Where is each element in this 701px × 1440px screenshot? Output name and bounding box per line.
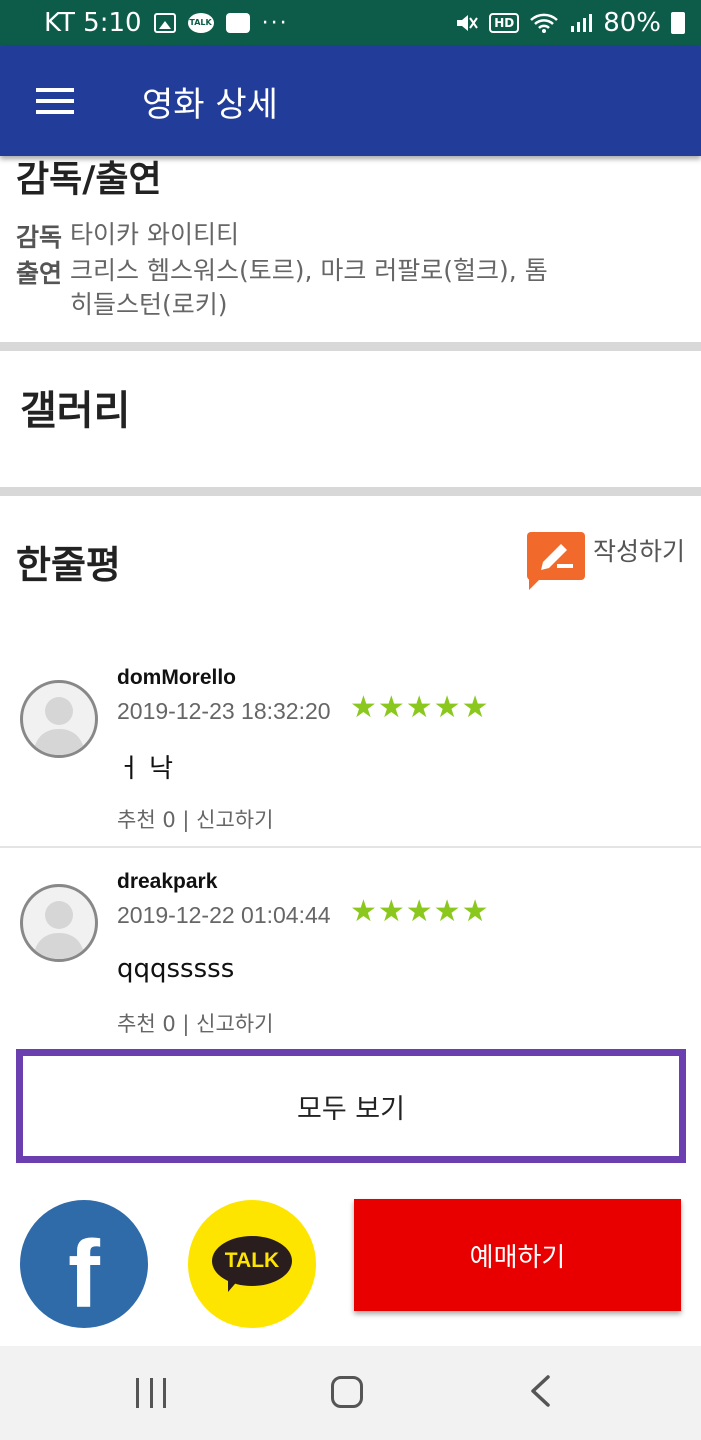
hd-voice-icon: HD bbox=[489, 13, 520, 33]
actors-row: 출연 크리스 헴스워스(토르), 마크 러팔로(헐크), 톰 히들스턴(로키) bbox=[16, 254, 570, 322]
facebook-icon[interactable]: f bbox=[20, 1200, 148, 1328]
book-ticket-button[interactable]: 예매하기 bbox=[354, 1199, 681, 1311]
cast-section-title: 감독/출연 bbox=[16, 159, 162, 200]
star-rating: ★★★★★ bbox=[350, 894, 490, 929]
review-item: dreakpark 2019-12-22 01:04:44 ★★★★★ qqqs… bbox=[0, 864, 701, 1064]
star-rating: ★★★★★ bbox=[350, 690, 490, 725]
mute-icon bbox=[457, 15, 479, 31]
review-item: domMorello 2019-12-23 18:32:20 ★★★★★ ㅓ 낙… bbox=[0, 660, 701, 860]
view-all-label: 모두 보기 bbox=[297, 1093, 405, 1125]
gallery-title: 갤러리 bbox=[20, 388, 131, 434]
review-section-title: 한줄평 bbox=[16, 543, 121, 587]
section-divider bbox=[0, 342, 701, 351]
battery-icon bbox=[671, 12, 685, 34]
avatar bbox=[20, 884, 98, 962]
recommend-button[interactable]: 추천 0 bbox=[117, 1012, 176, 1036]
signal-icon bbox=[571, 14, 593, 32]
review-divider bbox=[0, 846, 701, 848]
actors-names: 크리스 헴스워스(토르), 마크 러팔로(헐크), 톰 히들스턴(로키) bbox=[70, 256, 548, 319]
status-bar: KT 5:10 TALK ··· HD 80% bbox=[0, 0, 701, 46]
kakaotalk-icon[interactable]: TALK bbox=[188, 1200, 316, 1328]
review-text: qqqsssss bbox=[117, 954, 235, 984]
write-review-button[interactable]: 작성하기 bbox=[526, 530, 685, 590]
book-ticket-label: 예매하기 bbox=[469, 1242, 566, 1273]
review-date: 2019-12-23 18:32:20 bbox=[117, 698, 331, 724]
director-row: 감독 타이카 와이티티 bbox=[16, 218, 590, 254]
view-all-button[interactable]: 모두 보기 bbox=[16, 1049, 686, 1163]
hamburger-icon[interactable] bbox=[36, 88, 74, 114]
avatar bbox=[20, 680, 98, 758]
director-name: 타이카 와이티티 bbox=[70, 220, 239, 249]
back-icon[interactable] bbox=[528, 1374, 552, 1408]
kakaotalk-label: TALK bbox=[224, 1249, 280, 1272]
report-button[interactable]: 신고하기 bbox=[196, 808, 273, 832]
facebook-glyph: f bbox=[68, 1221, 100, 1328]
review-username: domMorello bbox=[117, 666, 236, 689]
system-nav-bar bbox=[0, 1346, 701, 1440]
message-icon bbox=[225, 13, 250, 33]
home-icon[interactable] bbox=[331, 1376, 363, 1408]
recent-apps-icon[interactable] bbox=[136, 1378, 166, 1408]
battery-percent: 80% bbox=[603, 8, 661, 38]
review-username: dreakpark bbox=[117, 870, 218, 893]
action-separator: | bbox=[182, 808, 190, 832]
report-button[interactable]: 신고하기 bbox=[196, 1012, 273, 1036]
carrier-time: KT 5:10 bbox=[44, 8, 142, 38]
review-date: 2019-12-22 01:04:44 bbox=[117, 902, 331, 928]
wifi-icon bbox=[530, 13, 559, 33]
page-title: 영화 상세 bbox=[142, 84, 278, 125]
more-notifications: ··· bbox=[261, 10, 289, 36]
app-bar: 영화 상세 bbox=[0, 46, 701, 156]
actors-label: 출연 bbox=[16, 259, 63, 288]
write-icon bbox=[526, 530, 585, 590]
kakaotalk-icon: TALK bbox=[187, 13, 214, 33]
recommend-button[interactable]: 추천 0 bbox=[117, 808, 176, 832]
director-label: 감독 bbox=[16, 223, 63, 252]
image-icon bbox=[153, 13, 176, 33]
review-actions: 추천 0 | 신고하기 bbox=[117, 804, 273, 834]
action-separator: | bbox=[182, 1012, 190, 1036]
section-divider bbox=[0, 487, 701, 496]
write-review-label: 작성하기 bbox=[592, 537, 685, 566]
review-actions: 추천 0 | 신고하기 bbox=[117, 1008, 273, 1038]
review-text: ㅓ 낙 bbox=[117, 754, 174, 784]
